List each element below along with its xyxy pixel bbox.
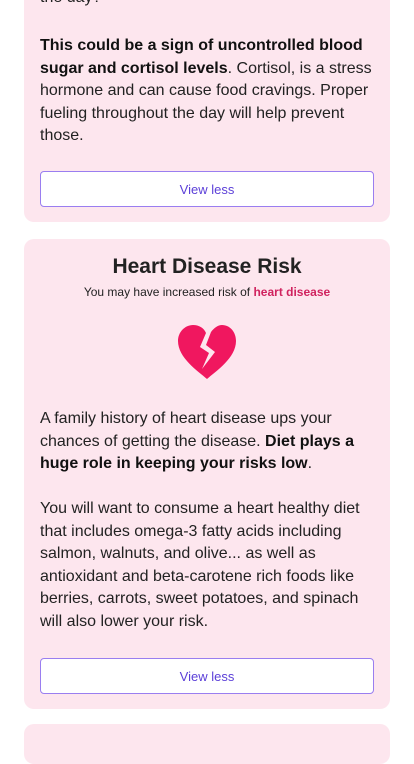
heart-p1-end: . — [307, 455, 313, 472]
result-card-next — [24, 724, 390, 764]
result-card-cravings: the day? This could be a sign of uncontr… — [24, 0, 390, 222]
cravings-paragraph: This could be a sign of uncontrolled blo… — [40, 35, 376, 148]
card-subtitle: You may have increased risk of heart dis… — [24, 285, 390, 299]
card-text-fragment: the day? — [40, 0, 101, 9]
broken-heart-icon — [176, 324, 238, 380]
card-subtitle-highlight: heart disease — [253, 285, 331, 299]
view-less-button[interactable]: View less — [40, 658, 374, 694]
card-subtitle-text: You may have increased risk of — [83, 285, 254, 299]
result-card-heart-disease: Heart Disease Risk You may have increase… — [24, 239, 390, 709]
heart-paragraph-2: You will want to consume a heart healthy… — [40, 500, 360, 630]
card-title: Heart Disease Risk — [112, 255, 302, 278]
view-less-button[interactable]: View less — [40, 171, 374, 207]
heart-paragraph-1: A family history of heart disease ups yo… — [40, 408, 376, 476]
